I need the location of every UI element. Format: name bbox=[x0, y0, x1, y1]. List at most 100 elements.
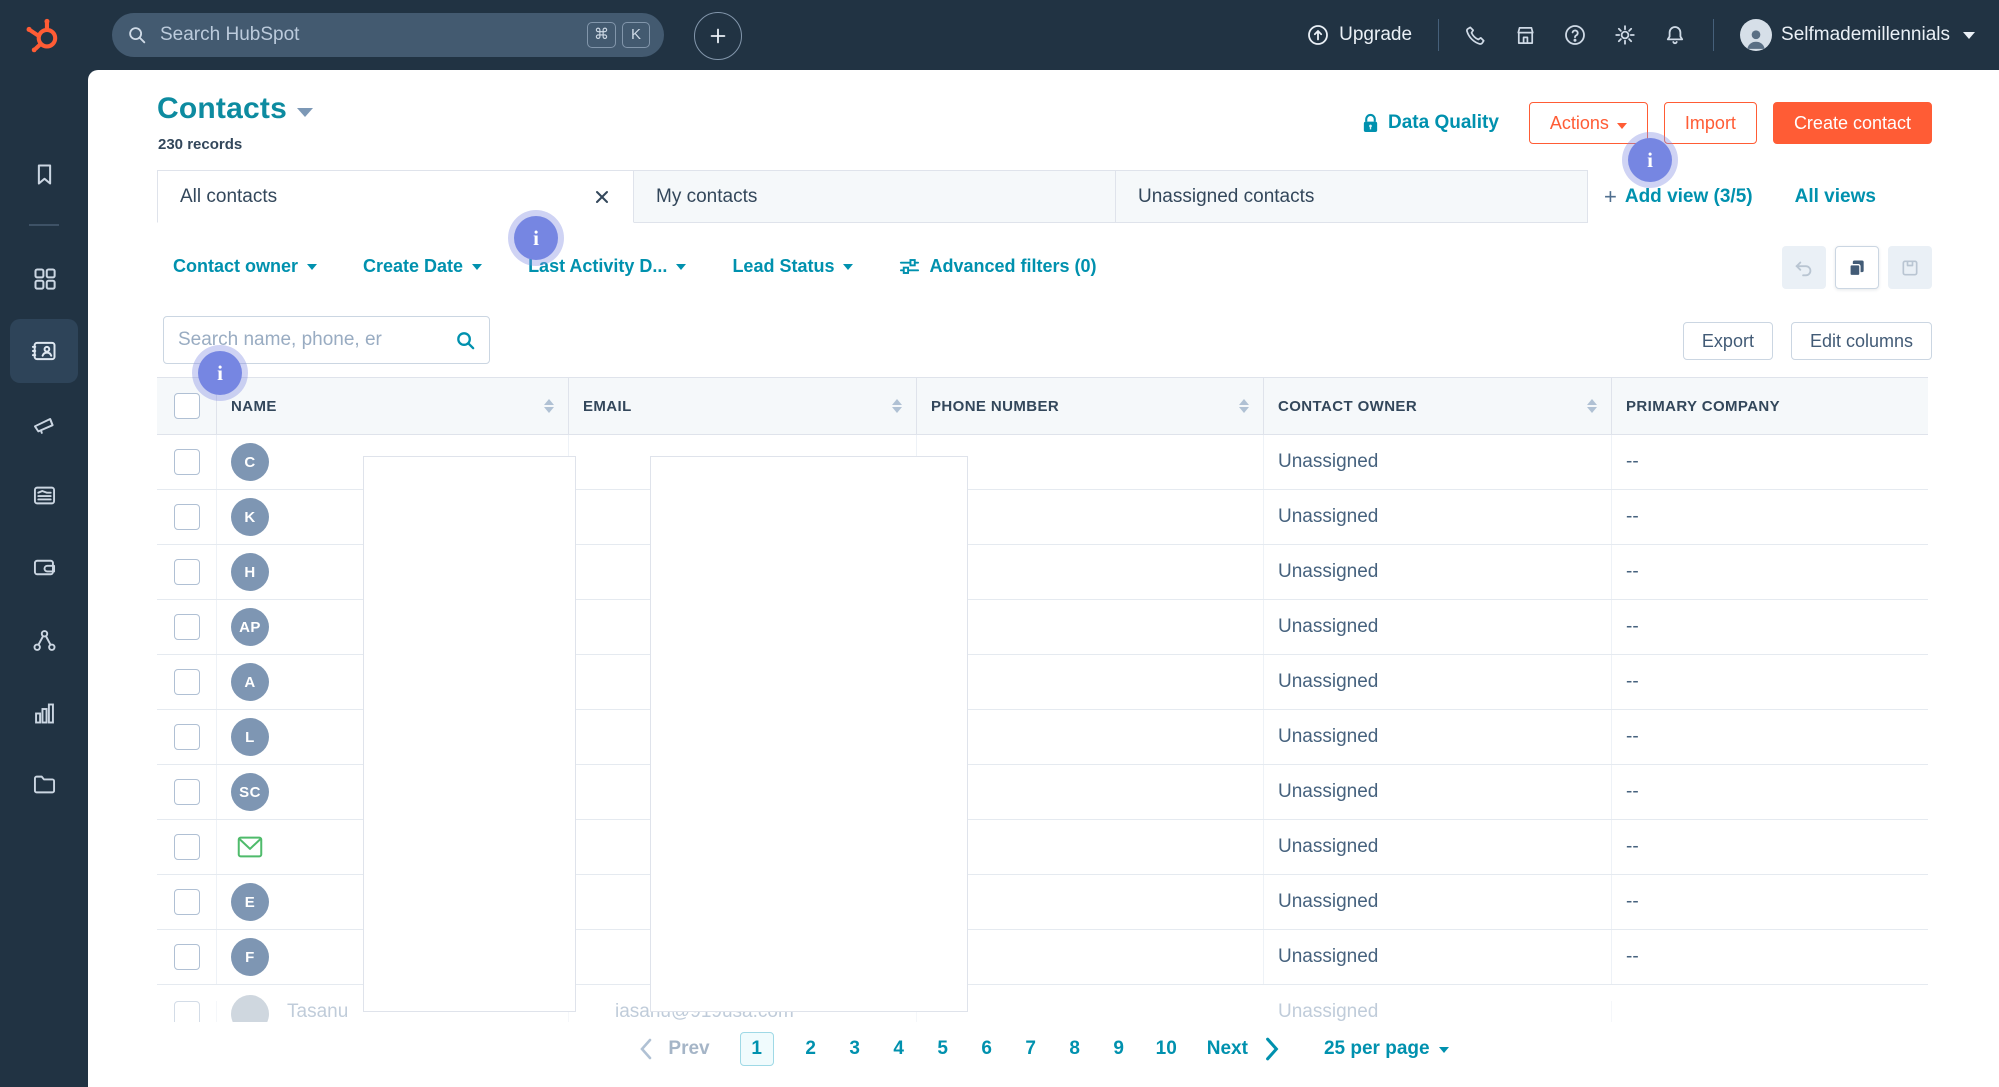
page-button-9[interactable]: 9 bbox=[1112, 1038, 1126, 1060]
column-header-phone[interactable]: PHONE NUMBER bbox=[931, 398, 1059, 415]
row-checkbox[interactable] bbox=[174, 724, 200, 750]
row-checkbox[interactable] bbox=[174, 559, 200, 585]
tab-all-contacts[interactable]: All contacts bbox=[157, 170, 634, 223]
sidebar-item-crm-contacts[interactable] bbox=[0, 325, 88, 377]
settings-gear-button[interactable] bbox=[1613, 23, 1637, 47]
row-checkbox[interactable] bbox=[174, 889, 200, 915]
column-header-name[interactable]: NAME bbox=[231, 398, 277, 415]
search-icon bbox=[126, 24, 148, 46]
filter-contact-owner[interactable]: Contact owner bbox=[173, 256, 317, 277]
select-all-checkbox[interactable] bbox=[174, 393, 200, 419]
info-annotation-badge[interactable]: i bbox=[198, 351, 242, 395]
filter-create-date[interactable]: Create Date bbox=[363, 256, 482, 277]
contact-owner-cell: Unassigned bbox=[1264, 600, 1612, 654]
grid-icon bbox=[31, 265, 58, 292]
page-button-7[interactable]: 7 bbox=[1024, 1038, 1038, 1060]
view-mini-actions bbox=[1782, 246, 1932, 289]
caret-down-icon bbox=[472, 264, 482, 270]
close-view-icon[interactable] bbox=[593, 188, 611, 206]
name-column-redaction-overlay bbox=[363, 456, 576, 1012]
page-button-10[interactable]: 10 bbox=[1156, 1038, 1177, 1060]
global-search-input[interactable] bbox=[158, 23, 581, 47]
sidebar-item-automations[interactable] bbox=[0, 614, 88, 666]
page-button-6[interactable]: 6 bbox=[980, 1038, 994, 1060]
primary-company-cell: -- bbox=[1612, 875, 1928, 929]
undo-button[interactable] bbox=[1782, 246, 1826, 289]
row-checkbox[interactable] bbox=[174, 834, 200, 860]
export-button[interactable]: Export bbox=[1683, 322, 1773, 360]
help-button[interactable] bbox=[1563, 23, 1587, 47]
import-button[interactable]: Import bbox=[1664, 102, 1757, 144]
sidebar-item-content[interactable] bbox=[0, 469, 88, 521]
global-search[interactable]: ⌘ K bbox=[112, 13, 664, 57]
row-checkbox[interactable] bbox=[174, 944, 200, 970]
contact-name[interactable]: Tasanu bbox=[287, 1001, 348, 1022]
add-view-link[interactable]: + Add view (3/5) bbox=[1604, 184, 1753, 210]
page-button-1[interactable]: 1 bbox=[740, 1032, 774, 1066]
sort-icon[interactable] bbox=[544, 399, 554, 413]
object-type-dropdown[interactable]: Contacts bbox=[157, 92, 313, 126]
row-checkbox[interactable] bbox=[174, 779, 200, 805]
column-header-email[interactable]: EMAIL bbox=[583, 398, 632, 415]
prev-page-button[interactable]: Prev bbox=[638, 1038, 709, 1060]
sidebar-item-marketing[interactable] bbox=[0, 397, 88, 449]
account-avatar bbox=[1740, 19, 1772, 51]
row-checkbox[interactable] bbox=[174, 504, 200, 530]
sidebar-item-commerce[interactable] bbox=[0, 541, 88, 593]
marketplace-button[interactable] bbox=[1514, 24, 1537, 47]
checkbox-cell bbox=[157, 765, 217, 819]
create-contact-button[interactable]: Create contact bbox=[1773, 102, 1932, 144]
contact-owner-cell: Unassigned bbox=[1264, 435, 1612, 489]
account-menu[interactable]: Selfmademillennials bbox=[1740, 19, 1975, 51]
hubspot-logo-icon[interactable] bbox=[20, 12, 66, 58]
row-checkbox[interactable] bbox=[174, 614, 200, 640]
sidebar-item-reporting[interactable] bbox=[0, 687, 88, 739]
table-search-input[interactable] bbox=[176, 328, 454, 352]
page-button-8[interactable]: 8 bbox=[1068, 1038, 1082, 1060]
page-button-3[interactable]: 3 bbox=[848, 1038, 862, 1060]
upgrade-button[interactable]: Upgrade bbox=[1306, 23, 1412, 47]
row-checkbox[interactable] bbox=[174, 669, 200, 695]
quick-create-button[interactable] bbox=[694, 12, 742, 60]
contact-owner-cell: Unassigned bbox=[1264, 930, 1612, 984]
main-content: Contacts 230 records Data Quality Action… bbox=[88, 70, 1999, 1087]
edit-columns-button[interactable]: Edit columns bbox=[1791, 322, 1932, 360]
info-annotation-badge[interactable]: i bbox=[514, 216, 558, 260]
page-button-4[interactable]: 4 bbox=[892, 1038, 906, 1060]
shortcut-cmd-key: ⌘ bbox=[587, 22, 616, 48]
page-button-5[interactable]: 5 bbox=[936, 1038, 950, 1060]
filter-bar: Contact owner Create Date Last Activity … bbox=[173, 246, 1097, 286]
column-header-company[interactable]: PRIMARY COMPANY bbox=[1626, 398, 1780, 415]
filter-lead-status[interactable]: Lead Status bbox=[732, 256, 853, 277]
checkbox-cell bbox=[157, 710, 217, 764]
next-page-button[interactable]: Next bbox=[1207, 1037, 1280, 1061]
actions-button[interactable]: Actions bbox=[1529, 102, 1648, 144]
sidebar-item-bookmarks[interactable] bbox=[0, 148, 88, 200]
row-checkbox[interactable] bbox=[174, 449, 200, 475]
phone-cell: -- bbox=[917, 435, 1264, 489]
calling-button[interactable] bbox=[1465, 24, 1488, 47]
advanced-filters-link[interactable]: Advanced filters (0) bbox=[899, 256, 1096, 277]
sort-icon[interactable] bbox=[892, 399, 902, 413]
email-contact-icon bbox=[235, 832, 265, 862]
avatar: K bbox=[231, 498, 269, 536]
per-page-dropdown[interactable]: 25 per page bbox=[1324, 1038, 1449, 1060]
info-annotation-badge[interactable]: i bbox=[1628, 138, 1672, 182]
data-quality-link[interactable]: Data Quality bbox=[1361, 112, 1499, 134]
sidebar-item-files[interactable] bbox=[0, 758, 88, 810]
clone-view-button[interactable] bbox=[1835, 246, 1879, 289]
tab-unassigned-contacts[interactable]: Unassigned contacts bbox=[1116, 170, 1588, 223]
all-views-link[interactable]: All views bbox=[1795, 186, 1876, 208]
sort-icon[interactable] bbox=[1587, 399, 1597, 413]
column-header-owner[interactable]: CONTACT OWNER bbox=[1278, 398, 1417, 415]
sidebar-item-workspaces[interactable] bbox=[0, 252, 88, 304]
page-button-2[interactable]: 2 bbox=[804, 1038, 818, 1060]
filter-last-activity-date[interactable]: Last Activity D... bbox=[528, 256, 686, 277]
bookmark-icon bbox=[31, 161, 58, 188]
sort-icon[interactable] bbox=[1239, 399, 1249, 413]
notifications-bell-button[interactable] bbox=[1663, 23, 1687, 47]
tab-my-contacts[interactable]: My contacts bbox=[634, 170, 1116, 223]
save-view-button[interactable] bbox=[1888, 246, 1932, 289]
row-checkbox[interactable] bbox=[174, 1001, 200, 1022]
plus-icon: + bbox=[1604, 184, 1617, 210]
